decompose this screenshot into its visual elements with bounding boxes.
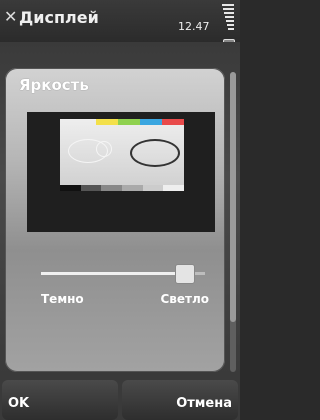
gray-swatch bbox=[122, 185, 143, 191]
color-swatch bbox=[162, 119, 184, 125]
gray-swatch bbox=[142, 185, 164, 191]
gray-swatch bbox=[163, 185, 185, 191]
gray-swatch bbox=[60, 185, 81, 191]
clock: 12.47 bbox=[178, 20, 210, 33]
dialog-title: Яркость bbox=[19, 76, 89, 94]
label-dark: Темно bbox=[41, 292, 84, 306]
slider-fill bbox=[41, 272, 184, 275]
scrollbar[interactable] bbox=[230, 72, 236, 372]
softkey-bar: OK Отмена bbox=[0, 378, 240, 420]
brightness-slider[interactable] bbox=[41, 264, 205, 284]
preview-circle-light bbox=[96, 141, 112, 157]
cancel-button[interactable]: Отмена bbox=[122, 380, 238, 420]
scrollbar-thumb[interactable] bbox=[230, 72, 236, 322]
gray-swatch bbox=[80, 185, 102, 191]
color-swatch bbox=[96, 119, 118, 125]
gray-swatch bbox=[101, 185, 123, 191]
brightness-preview: Темно Светло bbox=[27, 112, 215, 306]
ok-button[interactable]: OK bbox=[2, 380, 118, 420]
title-bar: ✕ Дисплей 12.47 bbox=[0, 0, 240, 51]
page-title: Дисплей bbox=[19, 8, 99, 27]
signal-strength-icon bbox=[222, 4, 234, 40]
gray-test-strip bbox=[60, 185, 185, 191]
close-icon[interactable]: ✕ bbox=[4, 9, 17, 25]
color-swatch bbox=[140, 119, 162, 125]
preview-screen bbox=[60, 119, 185, 191]
label-bright: Светло bbox=[160, 292, 209, 306]
preview-oval-dark bbox=[130, 139, 180, 167]
slider-handle[interactable] bbox=[175, 264, 195, 284]
color-swatch bbox=[118, 119, 140, 125]
color-test-strip bbox=[60, 119, 184, 125]
